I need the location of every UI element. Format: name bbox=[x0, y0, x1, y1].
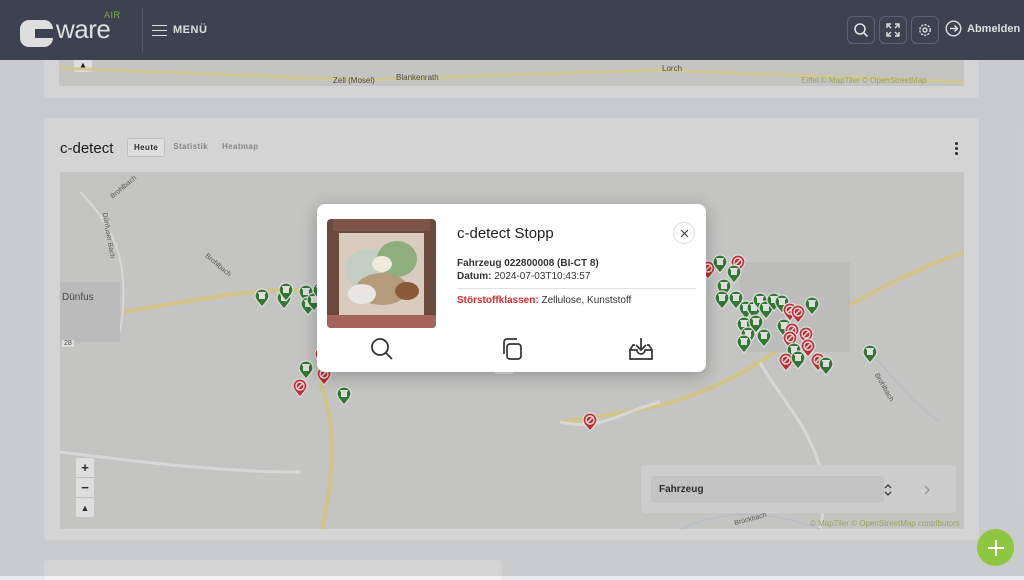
add-button[interactable] bbox=[977, 529, 1014, 566]
vehicle-info: Fahrzeug 022800008 (BI-CT 8) bbox=[457, 258, 599, 269]
close-button[interactable] bbox=[673, 222, 695, 244]
plus-icon bbox=[987, 539, 1004, 556]
popup-divider bbox=[457, 288, 696, 289]
bin-image bbox=[327, 219, 436, 328]
date-value: 2024-07-03T10:43:57 bbox=[494, 271, 591, 282]
classes-label: Störstoffklassen: bbox=[457, 295, 539, 306]
classes-value: Zellulose, Kunststoff bbox=[541, 295, 632, 306]
date-label: Datum: bbox=[457, 271, 492, 282]
zoom-to-stop-button[interactable] bbox=[368, 335, 396, 363]
bin-photo[interactable] bbox=[327, 219, 436, 328]
search-icon bbox=[371, 338, 393, 360]
popup-title: c-detect Stopp bbox=[457, 225, 554, 242]
download-button[interactable] bbox=[627, 335, 655, 363]
date-row: Datum: 2024-07-03T10:43:57 bbox=[457, 271, 590, 282]
copy-button[interactable] bbox=[498, 335, 526, 363]
classes-row: Störstoffklassen: Zellulose, Kunststoff bbox=[457, 295, 631, 306]
close-icon bbox=[680, 229, 688, 237]
copy-icon bbox=[503, 338, 522, 360]
download-icon bbox=[629, 338, 653, 360]
stop-detail-popup: c-detect Stopp Fahrzeug 022800008 (BI-CT… bbox=[317, 204, 706, 372]
